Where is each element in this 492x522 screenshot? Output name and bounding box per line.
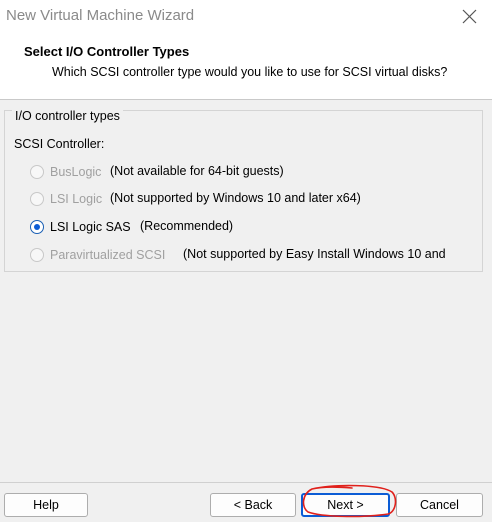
cancel-button[interactable]: Cancel [396,493,483,517]
buslogic-radio[interactable] [30,165,44,179]
wizard-header: Select I/O Controller Types Which SCSI c… [0,34,492,100]
title-bar: New Virtual Machine Wizard [0,0,492,34]
close-button[interactable] [454,3,484,31]
help-button[interactable]: Help [4,493,88,517]
window-title: New Virtual Machine Wizard [6,7,195,24]
lsi-logic-sas-note: (Recommended) [140,219,234,233]
paravirtualized-scsi-radio[interactable] [30,248,44,262]
lsi-logic-sas-label: LSI Logic SAS [50,220,131,234]
lsi-logic-radio[interactable] [30,192,44,206]
group-legend: I/O controller types [12,109,123,123]
lsi-logic-note: (Not supported by Windows 10 and later x… [110,191,361,205]
next-button[interactable]: Next > [301,493,390,517]
back-button[interactable]: < Back [210,493,296,517]
paravirtualized-scsi-note: (Not supported by Easy Install Windows 1… [183,247,446,261]
page-title: Select I/O Controller Types [24,44,190,59]
buslogic-note: (Not available for 64-bit guests) [110,164,284,178]
buslogic-label: BusLogic [50,165,102,179]
lsi-logic-sas-radio[interactable] [30,220,44,234]
lsi-logic-label: LSI Logic [50,192,103,206]
footer-divider [0,482,492,483]
close-icon [462,9,477,24]
page-subtitle: Which SCSI controller type would you lik… [52,65,448,79]
paravirtualized-scsi-label: Paravirtualized SCSI [50,248,166,262]
scsi-controller-label: SCSI Controller: [14,137,105,151]
